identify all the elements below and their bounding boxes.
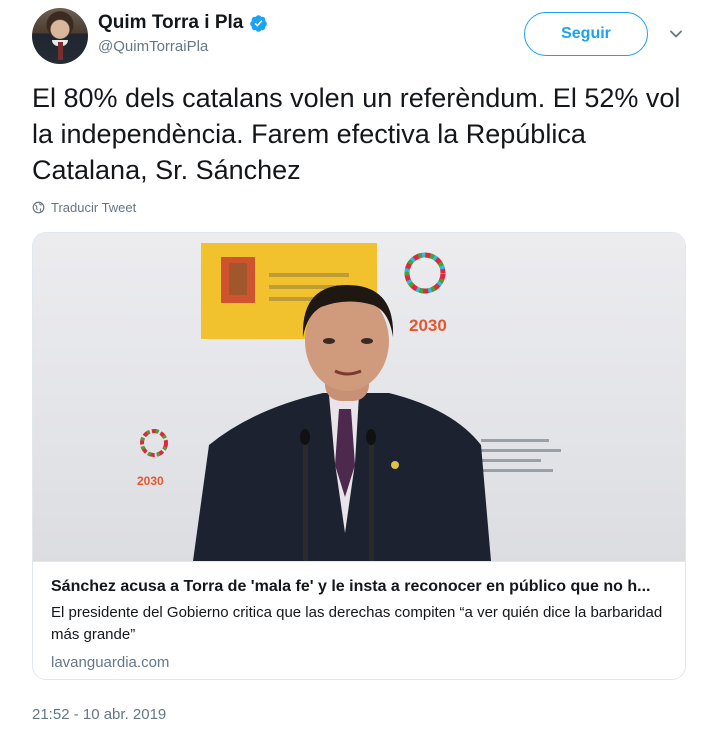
name-row: Quim Torra i Pla [98,12,268,34]
tweet-timestamp[interactable]: 21:52 - 10 abr. 2019 [32,706,166,723]
globe-icon [32,201,45,214]
author-handle[interactable]: @QuimTorraiPla [98,38,268,55]
press-conference-photo: 2030 2030 [137,243,561,561]
tweet-text: El 80% dels catalans volen un referèndum… [32,83,681,185]
avatar[interactable] [32,8,88,64]
card-title[interactable]: Sánchez acusa a Torra de 'mala fe' y le … [51,578,669,596]
link-card[interactable]: 2030 2030 Sánchez acusa a Torra de 'mala… [32,232,686,680]
author-name[interactable]: Quim Torra i Pla [98,12,243,34]
translate-label: Traducir Tweet [51,200,137,215]
card-description: El presidente del Gobierno critica que l… [51,604,663,643]
card-image: 2030 2030 [33,233,685,561]
sdg-year-top: 2030 [409,316,447,335]
tweet-header: Quim Torra i Pla @QuimTorraiPla Seguir [32,8,692,68]
follow-button[interactable]: Seguir [524,12,648,56]
sdg-logo-left [140,429,168,457]
card-domain[interactable]: lavanguardia.com [51,654,669,671]
verified-icon [250,14,268,32]
card-body[interactable]: Sánchez acusa a Torra de 'mala fe' y le … [33,561,685,679]
chevron-down-icon[interactable] [668,26,684,42]
sdg-year-left: 2030 [137,474,164,488]
translate-tweet-link[interactable]: Traducir Tweet [32,200,136,215]
author-block: Quim Torra i Pla @QuimTorraiPla [98,12,268,55]
sdg-logo-top [404,252,446,294]
